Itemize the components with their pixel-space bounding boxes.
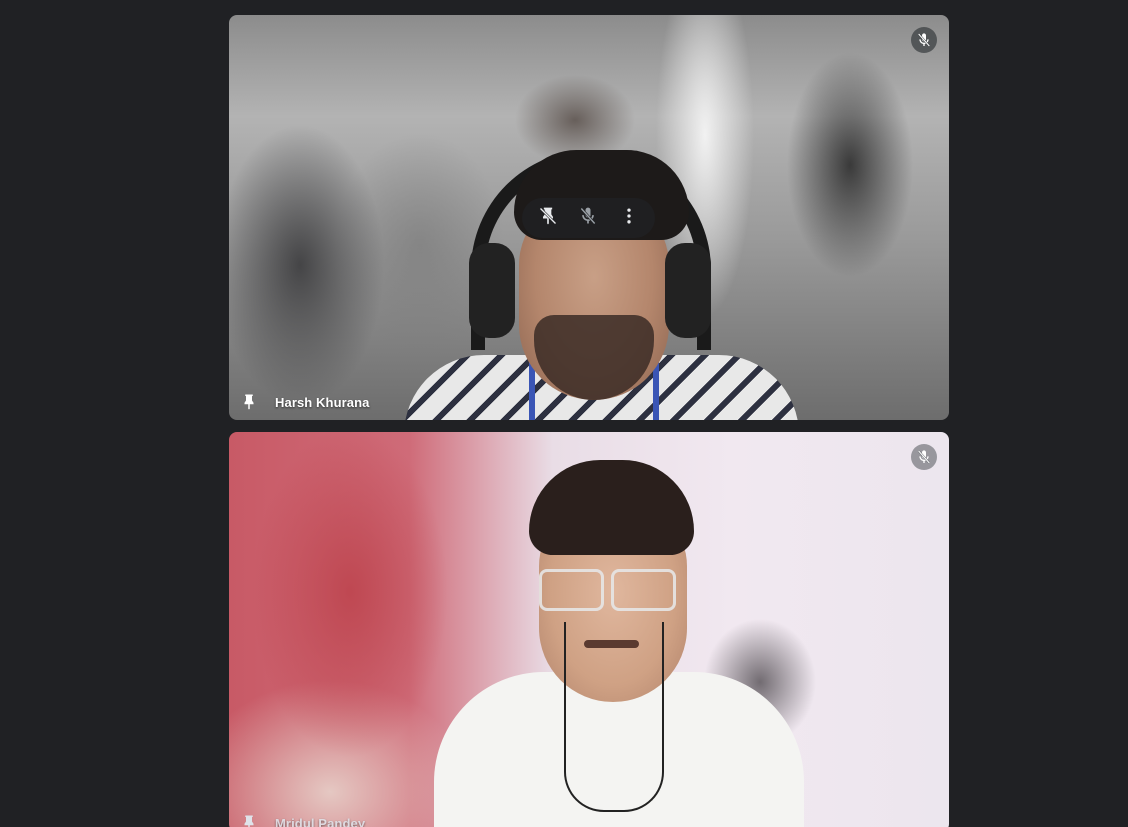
participant-tile-mridul[interactable]: Mridul Pandey — [229, 432, 949, 827]
tile-hover-controls — [522, 198, 655, 238]
unpin-button[interactable] — [530, 200, 566, 236]
more-vert-icon — [619, 206, 639, 231]
video-headphone-cup — [665, 243, 711, 338]
pin-icon[interactable] — [239, 392, 259, 412]
meeting-stage: Harsh Khurana Mridul Pandey — [0, 0, 1128, 827]
mic-off-icon — [911, 444, 937, 470]
pin-off-icon — [538, 206, 558, 231]
video-person-glasses — [539, 569, 604, 611]
participant-name: Harsh Khurana — [275, 394, 370, 410]
pin-icon[interactable] — [239, 813, 259, 827]
video-earphone-cable — [564, 622, 664, 812]
mute-participant-button[interactable] — [570, 200, 606, 236]
video-person-hair — [529, 460, 694, 555]
participant-tile-harsh[interactable]: Harsh Khurana — [229, 15, 949, 420]
participant-name: Mridul Pandey — [275, 815, 366, 827]
more-options-button[interactable] — [611, 200, 647, 236]
participant-name-bar: Harsh Khurana — [239, 392, 370, 412]
mic-off-icon — [911, 27, 937, 53]
video-person-glasses — [611, 569, 676, 611]
participant-video — [229, 432, 949, 827]
video-headphone-cup — [469, 243, 515, 338]
mic-off-icon — [578, 206, 598, 231]
participant-name-bar: Mridul Pandey — [239, 813, 365, 827]
